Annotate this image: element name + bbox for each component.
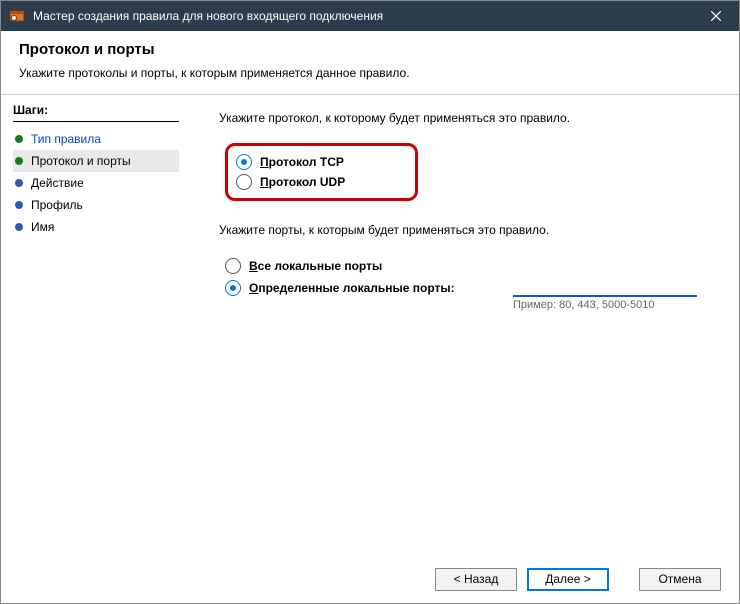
step-label: Имя (31, 220, 54, 234)
radio-udp-label: Протокол UDP (260, 175, 345, 189)
page-subtitle: Укажите протоколы и порты, к которым при… (19, 66, 721, 80)
radio-tcp[interactable] (236, 154, 252, 170)
step-label[interactable]: Тип правила (31, 132, 101, 146)
wizard-window: Мастер создания правила для нового входя… (0, 0, 740, 604)
protocol-instruction: Укажите протокол, к которому будет приме… (219, 111, 719, 125)
app-icon (9, 8, 25, 24)
content-inner: Укажите протокол, к которому будет приме… (219, 107, 719, 542)
page-title: Протокол и порты (19, 41, 721, 58)
titlebar: Мастер создания правила для нового входя… (1, 1, 739, 31)
bullet-icon (15, 157, 23, 165)
step-rule-type[interactable]: Тип правила (13, 128, 179, 150)
bullet-icon (15, 135, 23, 143)
radio-all-ports[interactable] (225, 258, 241, 274)
steps-title: Шаги: (13, 103, 179, 122)
bullet-icon (15, 223, 23, 231)
ports-input-wrap: Пример: 80, 443, 5000-5010 (513, 277, 697, 311)
window-title: Мастер создания правила для нового входя… (33, 9, 693, 23)
step-protocol-ports[interactable]: Протокол и порты (13, 150, 179, 172)
ports-hint: Пример: 80, 443, 5000-5010 (513, 299, 655, 311)
wizard-body: Шаги: Тип правила Протокол и порты Дейст… (1, 95, 739, 554)
back-button[interactable]: < Назад (435, 568, 517, 591)
step-label: Профиль (31, 198, 83, 212)
ports-specific-row: Определенные локальные порты: Пример: 80… (225, 277, 719, 311)
next-button[interactable]: Далее > (527, 568, 609, 591)
step-action[interactable]: Действие (13, 172, 179, 194)
ports-radio-group: Все локальные порты Определенные локальн… (225, 255, 719, 311)
radio-all-ports-label: Все локальные порты (249, 259, 382, 273)
protocol-udp-row[interactable]: Протокол UDP (236, 172, 345, 192)
radio-specific-ports-label: Определенные локальные порты: (249, 281, 455, 295)
steps-sidebar: Шаги: Тип правила Протокол и порты Дейст… (1, 95, 191, 554)
bullet-icon (15, 201, 23, 209)
ports-instruction: Укажите порты, к которым будет применять… (219, 223, 719, 237)
step-label: Протокол и порты (31, 154, 131, 168)
step-label: Действие (31, 176, 84, 190)
wizard-footer: < Назад Далее > Отмена (1, 554, 739, 603)
ports-all-row[interactable]: Все локальные порты (225, 255, 719, 277)
protocol-radio-group: Протокол TCP Протокол UDP (225, 143, 418, 201)
wizard-content: Укажите протокол, к которому будет приме… (191, 95, 739, 554)
bullet-icon (15, 179, 23, 187)
step-name[interactable]: Имя (13, 216, 179, 238)
radio-tcp-label: Протокол TCP (260, 155, 344, 169)
radio-specific-ports[interactable] (225, 280, 241, 296)
close-button[interactable] (693, 1, 739, 31)
protocol-tcp-row[interactable]: Протокол TCP (236, 152, 345, 172)
radio-udp[interactable] (236, 174, 252, 190)
cancel-button[interactable]: Отмена (639, 568, 721, 591)
step-profile[interactable]: Профиль (13, 194, 179, 216)
ports-specific-option[interactable]: Определенные локальные порты: (225, 277, 505, 299)
close-icon (711, 11, 721, 21)
wizard-header: Протокол и порты Укажите протоколы и пор… (1, 31, 739, 95)
ports-input[interactable] (513, 277, 697, 297)
